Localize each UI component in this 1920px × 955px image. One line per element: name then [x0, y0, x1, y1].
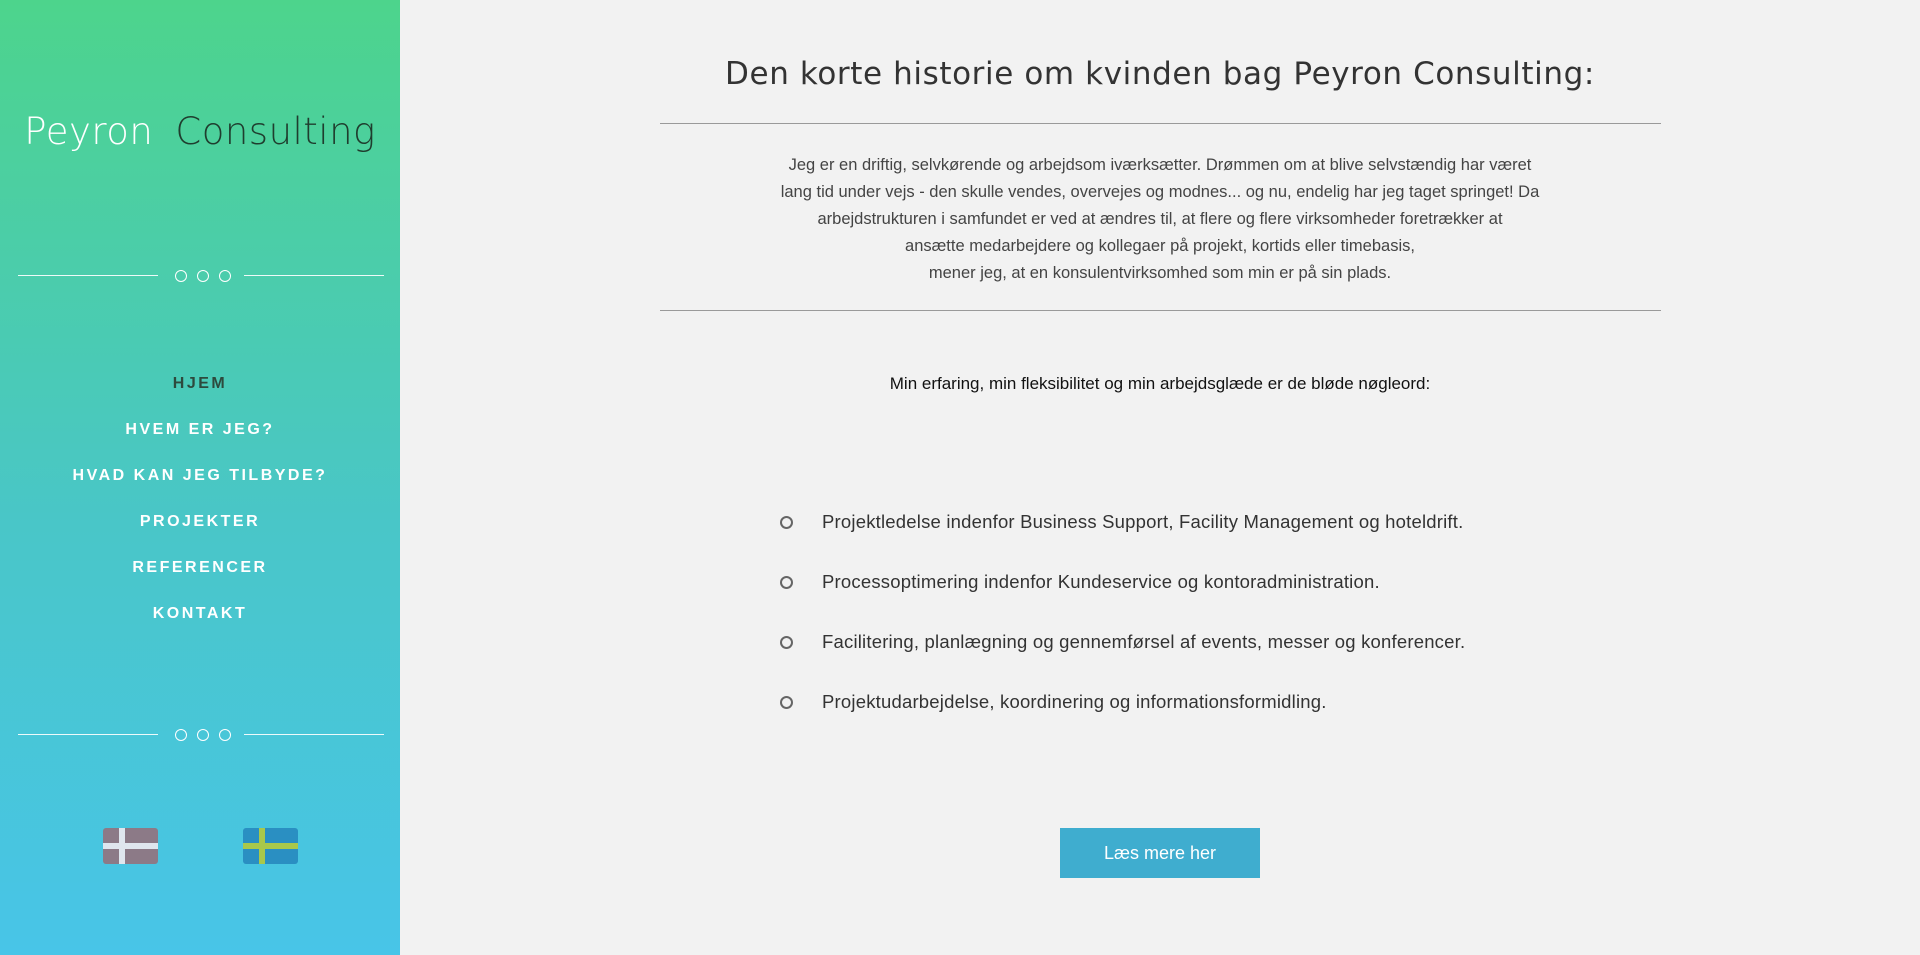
- circle-icon: [197, 270, 209, 282]
- logo-word-peyron: Peyron: [24, 110, 154, 153]
- divider-top: [660, 123, 1661, 124]
- intro-text: Jeg er en driftig, selvkørende og arbejd…: [700, 152, 1620, 287]
- main-content: Den korte historie om kvinden bag Peyron…: [400, 0, 1920, 955]
- sidebar-divider-top: [18, 269, 384, 283]
- list-item: Projektudarbejdelse, koordinering og inf…: [780, 682, 1465, 742]
- list-item: Facilitering, planlægning og gennemførse…: [780, 622, 1465, 682]
- nav-item-hjem[interactable]: HJEM: [0, 372, 400, 418]
- page-title: Den korte historie om kvinden bag Peyron…: [725, 56, 1595, 92]
- sidebar: Peyron Consulting HJEM HVEM ER JEG? HVAD …: [0, 0, 400, 955]
- main-nav: HJEM HVEM ER JEG? HVAD KAN JEG TILBYDE? …: [0, 372, 400, 648]
- list-item-text: Projektledelse indenfor Business Support…: [822, 511, 1464, 532]
- nav-item-projekter[interactable]: PROJEKTER: [0, 510, 400, 556]
- nav-item-hvem-er-jeg[interactable]: HVEM ER JEG?: [0, 418, 400, 464]
- circle-bullet-icon: [780, 696, 793, 709]
- circle-icon: [219, 729, 231, 741]
- circle-bullet-icon: [780, 636, 793, 649]
- swedish-flag-icon[interactable]: [243, 828, 298, 864]
- nav-item-referencer[interactable]: REFERENCER: [0, 556, 400, 602]
- sidebar-divider-bottom: [18, 728, 384, 742]
- intro-line: lang tid under vejs - den skulle vendes,…: [780, 183, 1540, 201]
- read-more-button[interactable]: Læs mere her: [1060, 828, 1260, 878]
- divider-bottom: [660, 310, 1661, 311]
- intro-line: mener jeg, at en konsulentvirksomhed som…: [928, 264, 1392, 282]
- logo-word-consulting: Consulting: [175, 110, 376, 153]
- list-item-text: Processoptimering indenfor Kundeservice …: [822, 571, 1380, 592]
- intro-line: ansætte medarbejdere og kollegaer på pro…: [905, 237, 1415, 255]
- circle-icon: [175, 729, 187, 741]
- site-logo[interactable]: Peyron Consulting: [0, 110, 400, 153]
- list-item: Processoptimering indenfor Kundeservice …: [780, 562, 1465, 622]
- page: Peyron Consulting HJEM HVEM ER JEG? HVAD …: [0, 0, 1920, 955]
- circle-bullet-icon: [780, 576, 793, 589]
- language-selector: [0, 828, 400, 864]
- circle-icon: [219, 270, 231, 282]
- circle-icon: [175, 270, 187, 282]
- danish-flag-icon[interactable]: [103, 828, 158, 864]
- list-item-text: Projektudarbejdelse, koordinering og inf…: [822, 691, 1327, 712]
- circle-bullet-icon: [780, 516, 793, 529]
- services-list: Projektledelse indenfor Business Support…: [780, 502, 1465, 742]
- intro-line: Jeg er en driftig, selvkørende og arbejd…: [788, 156, 1532, 174]
- nav-item-kontakt[interactable]: KONTAKT: [0, 602, 400, 648]
- intro-line: arbejdstrukturen i samfundet er ved at æ…: [817, 210, 1503, 228]
- list-item: Projektledelse indenfor Business Support…: [780, 502, 1465, 562]
- nav-item-hvad-kan-jeg-tilbyde[interactable]: HVAD KAN JEG TILBYDE?: [0, 464, 400, 510]
- circle-icon: [197, 729, 209, 741]
- keywords-heading: Min erfaring, min fleksibilitet og min a…: [889, 374, 1431, 393]
- list-item-text: Facilitering, planlægning og gennemførse…: [822, 631, 1466, 652]
